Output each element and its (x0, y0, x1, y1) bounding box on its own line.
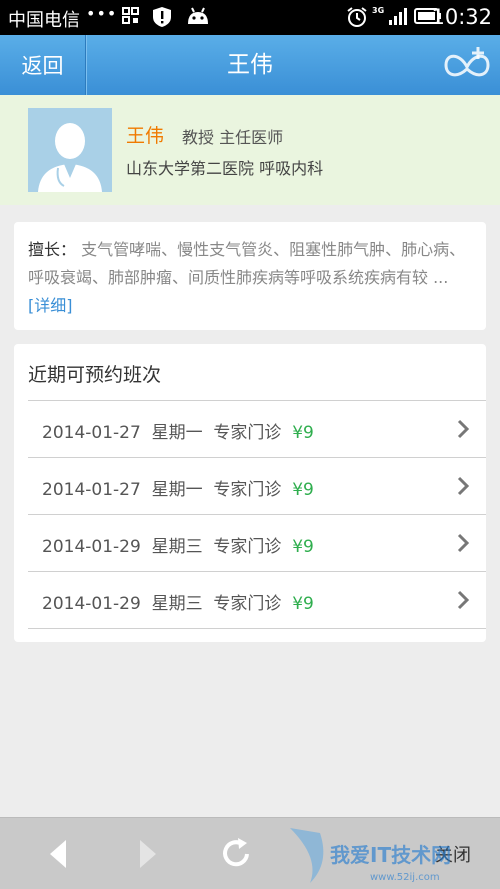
schedule-price: ¥9 (292, 423, 314, 443)
chevron-right-icon (456, 533, 470, 553)
chevron-right-icon (456, 476, 470, 496)
divider (28, 628, 486, 629)
app-logo-icon[interactable] (442, 45, 492, 87)
schedule-price: ¥9 (292, 480, 314, 500)
back-button[interactable]: 返回 (0, 35, 86, 95)
schedule-price: ¥9 (292, 537, 314, 557)
doctor-profile: 王伟 教授 主任医师 山东大学第二医院 呼吸内科 (0, 95, 500, 205)
doctor-hospital: 山东大学第二医院 呼吸内科 (126, 159, 324, 178)
specialty-more-link[interactable]: [详细] (28, 296, 73, 315)
doctor-avatar (28, 108, 112, 192)
refresh-icon[interactable] (216, 832, 256, 876)
doctor-name: 王伟 (126, 125, 165, 147)
schedule-row-text: 2014-01-29 星期三 专家门诊 ¥9 (42, 594, 314, 614)
status-bar: 中国电信 ••• 3G 10:32 (0, 0, 500, 35)
alarm-icon (346, 6, 368, 32)
specialty-label: 擅长： (28, 240, 77, 259)
schedule-row[interactable]: 2014-01-29 星期三 专家门诊 ¥9 (28, 514, 486, 571)
signal-icon (388, 6, 408, 30)
app-header: 返回 王伟 (0, 35, 500, 95)
forward-arrow-icon[interactable] (130, 832, 166, 876)
schedule-row[interactable]: 2014-01-29 星期三 专家门诊 ¥9 (28, 571, 486, 628)
network-type: 3G (372, 6, 385, 15)
notification-dots: ••• (86, 4, 118, 23)
page-title: 王伟 (227, 52, 273, 78)
clock: 10:32 (431, 5, 492, 29)
specialty-card: 擅长： 支气管哮喘、慢性支气管炎、阻塞性肺气肿、肺心病、呼吸衰竭、肺部肿瘤、间质… (14, 222, 486, 330)
schedule-title: 近期可预约班次 (28, 364, 162, 386)
back-arrow-icon[interactable] (40, 832, 76, 876)
android-icon (186, 6, 210, 30)
browser-toolbar: 关闭 (0, 817, 500, 889)
schedule-card: 近期可预约班次 2014-01-27 星期一 专家门诊 ¥9 2014-01-2… (14, 344, 486, 642)
shield-alert-icon (152, 6, 172, 32)
close-button[interactable]: 关闭 (418, 832, 488, 876)
chevron-right-icon (456, 419, 470, 439)
chevron-right-icon (456, 590, 470, 610)
specialty-text: 支气管哮喘、慢性支气管炎、阻塞性肺气肿、肺心病、呼吸衰竭、肺部肿瘤、间质性肺疾病… (28, 240, 466, 287)
carrier-name: 中国电信 (8, 10, 80, 31)
schedule-row-text: 2014-01-27 星期一 专家门诊 ¥9 (42, 480, 314, 500)
schedule-row[interactable]: 2014-01-27 星期一 专家门诊 ¥9 (28, 457, 486, 514)
schedule-row[interactable]: 2014-01-27 星期一 专家门诊 ¥9 (28, 400, 486, 457)
doctor-title: 教授 主任医师 (182, 128, 284, 147)
schedule-price: ¥9 (292, 594, 314, 614)
qr-icon (122, 6, 140, 30)
schedule-row-text: 2014-01-29 星期三 专家门诊 ¥9 (42, 537, 314, 557)
schedule-row-text: 2014-01-27 星期一 专家门诊 ¥9 (42, 423, 314, 443)
